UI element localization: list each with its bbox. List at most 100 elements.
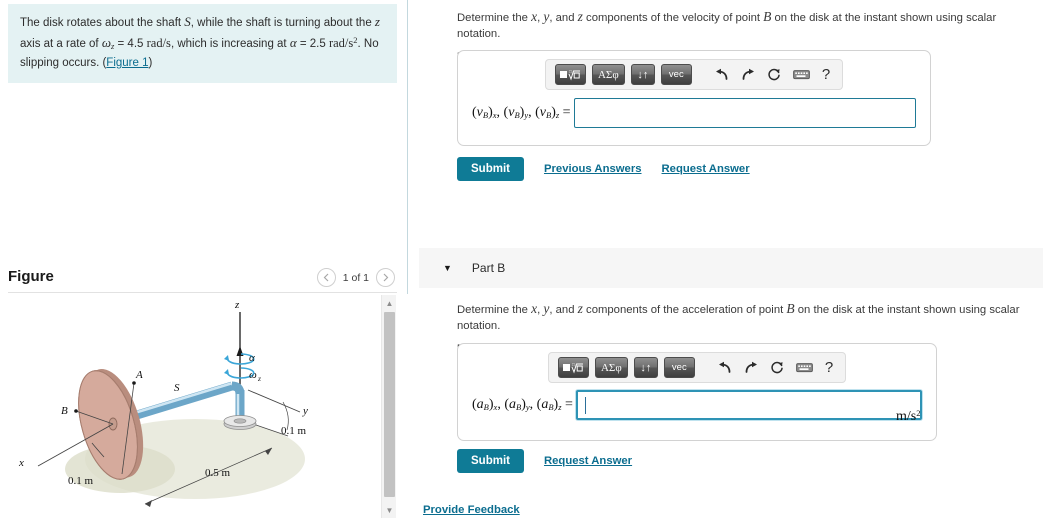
part-b-q-pre: Determine the <box>457 304 532 316</box>
help-glyph: ? <box>824 359 834 376</box>
chevron-left-icon <box>323 273 329 282</box>
reset-icon[interactable] <box>764 68 784 82</box>
alpha-symbol: α <box>289 35 297 50</box>
part-b-submit-button[interactable]: Submit <box>457 449 524 473</box>
part-b-header[interactable]: ▼ Part B <box>419 248 1043 288</box>
figure-1-link[interactable]: Figure 1 <box>106 57 148 69</box>
axis-symbol: z <box>374 14 380 29</box>
problem-statement-text: The disk rotates about the shaft S, whil… <box>20 13 385 72</box>
part-a-q-pre: Determine the <box>457 12 532 24</box>
radical-template-icon: □ <box>563 362 584 373</box>
figure-prev-button[interactable] <box>316 268 336 287</box>
part-a-submit-button[interactable]: Submit <box>457 157 524 181</box>
greek-symbols-key[interactable]: ΑΣφ <box>594 357 628 378</box>
keyboard-glyph-icon <box>792 70 810 80</box>
redo-icon[interactable] <box>738 68 758 81</box>
keyboard-icon[interactable] <box>790 69 813 80</box>
svg-text:B: B <box>61 405 68 417</box>
disk-shaft-diagram: z α ω z A B S x y 0.1 m 0.5 m 0.1 m <box>18 299 308 507</box>
right-panel: Determine the x, y, and z components of … <box>409 0 1043 518</box>
figure-divider <box>8 292 397 293</box>
part-b-title: Part B <box>471 261 506 275</box>
part-a-previous-answers-link[interactable]: Previous Answers <box>544 163 642 175</box>
part-b-math-toolbar: □ ΑΣφ ↓↑ vec ? <box>547 352 847 383</box>
part-a-question-text: Determine the x, y, and z components of … <box>457 9 1035 42</box>
reset-icon[interactable] <box>767 361 787 375</box>
alpha-value: = 2.5 <box>296 38 329 50</box>
keyboard-icon[interactable] <box>793 362 816 373</box>
problem-text-part1: The disk rotates about the shaft <box>20 17 185 29</box>
part-b-actions: Submit Request Answer <box>457 449 632 473</box>
part-a-q-mid: components of the velocity of point <box>582 12 764 24</box>
problem-text-part3: axis at a rate of <box>20 38 102 50</box>
part-b-answer-card: □ ΑΣφ ↓↑ vec ? (aB)x, (aB)y, (aB)z = <box>457 343 937 441</box>
chevron-right-icon <box>383 273 388 282</box>
omega-symbol: ω <box>101 35 112 50</box>
svg-text:0.1 m: 0.1 m <box>281 425 307 437</box>
undo-arrow-icon <box>715 68 728 80</box>
redo-icon[interactable] <box>741 361 761 374</box>
sort-arrows-key[interactable]: ↓↑ <box>630 64 655 85</box>
help-icon[interactable]: ? <box>822 359 836 376</box>
undo-icon[interactable] <box>715 361 735 374</box>
omega-unit: rad/s <box>146 36 171 50</box>
part-a-math-toolbar: □ ΑΣφ ↓↑ vec ? <box>544 59 844 90</box>
figure-counter: 1 of 1 <box>342 271 369 284</box>
template-radical-key[interactable]: □ <box>554 64 586 85</box>
part-b-answer-input[interactable] <box>576 390 922 420</box>
svg-text:□: □ <box>572 362 575 367</box>
figure-scrollbar[interactable]: ▲ ▼ <box>381 295 396 518</box>
part-a-answer-input[interactable] <box>574 98 916 128</box>
alpha-unit: rad/s <box>328 36 354 50</box>
part-b-answer-row: (aB)x, (aB)y, (aB)z = <box>458 383 936 420</box>
provide-feedback-link[interactable]: Provide Feedback <box>423 504 520 516</box>
svg-text:ω: ω <box>249 369 257 381</box>
help-glyph: ? <box>821 66 831 83</box>
part-b-var-B: B <box>786 301 795 316</box>
reset-circle-icon <box>771 361 783 373</box>
problem-text-part4: , which is increasing at <box>170 38 290 50</box>
problem-text-part6: ) <box>148 57 153 69</box>
svg-text:□: □ <box>569 69 572 74</box>
svg-text:α: α <box>249 352 255 364</box>
svg-text:S: S <box>174 382 180 394</box>
part-b-answer-label: (aB)x, (aB)y, (aB)z = <box>472 397 577 412</box>
template-radical-key[interactable]: □ <box>557 357 589 378</box>
vector-key-label: vec <box>668 69 684 80</box>
svg-text:A: A <box>135 369 143 381</box>
svg-text:0.1 m: 0.1 m <box>68 475 94 487</box>
vector-key[interactable]: vec <box>663 357 695 378</box>
part-a-answer-label: (vB)x, (vB)y, (vB)z = <box>472 105 575 120</box>
caret-down-icon[interactable]: ▼ <box>443 263 452 273</box>
help-icon[interactable]: ? <box>819 66 833 83</box>
scrollbar-thumb[interactable] <box>384 312 395 497</box>
greek-key-label: ΑΣφ <box>600 361 622 374</box>
figure-next-button[interactable] <box>376 268 395 287</box>
figure-image-area: z α ω z A B S x y 0.1 m 0.5 m 0.1 m <box>0 294 408 518</box>
part-b-q-mid: components of the acceleration of point <box>582 304 787 316</box>
sort-arrows-key[interactable]: ↓↑ <box>633 357 658 378</box>
sort-key-label: ↓↑ <box>637 68 649 81</box>
svg-text:0.5 m: 0.5 m <box>205 467 231 479</box>
radical-template-icon: □ <box>560 69 581 80</box>
figure-navigation: 1 of 1 <box>316 268 395 287</box>
figure-panel-title: Figure <box>8 268 54 285</box>
svg-text:z: z <box>257 374 261 383</box>
text-cursor <box>585 396 587 414</box>
greek-symbols-key[interactable]: ΑΣφ <box>591 64 625 85</box>
part-b-sep2: , and <box>549 304 578 316</box>
part-a-actions: Submit Previous Answers Request Answer <box>457 157 750 181</box>
part-b-unit-label: m/s2 <box>896 408 921 424</box>
undo-icon[interactable] <box>712 68 732 81</box>
undo-arrow-icon <box>718 361 731 373</box>
scroll-down-arrow-icon[interactable]: ▼ <box>382 503 397 517</box>
redo-arrow-icon <box>742 68 754 80</box>
omega-value: = 4.5 <box>114 38 147 50</box>
part-b-request-answer-link[interactable]: Request Answer <box>544 455 632 467</box>
part-a-request-answer-link[interactable]: Request Answer <box>662 163 750 175</box>
vector-key[interactable]: vec <box>660 64 692 85</box>
reset-circle-icon <box>768 68 780 80</box>
scroll-up-arrow-icon[interactable]: ▲ <box>382 296 397 310</box>
part-a-sep2: , and <box>549 12 578 24</box>
part-a-answer-row: (vB)x, (vB)y, (vB)z = <box>458 90 930 128</box>
